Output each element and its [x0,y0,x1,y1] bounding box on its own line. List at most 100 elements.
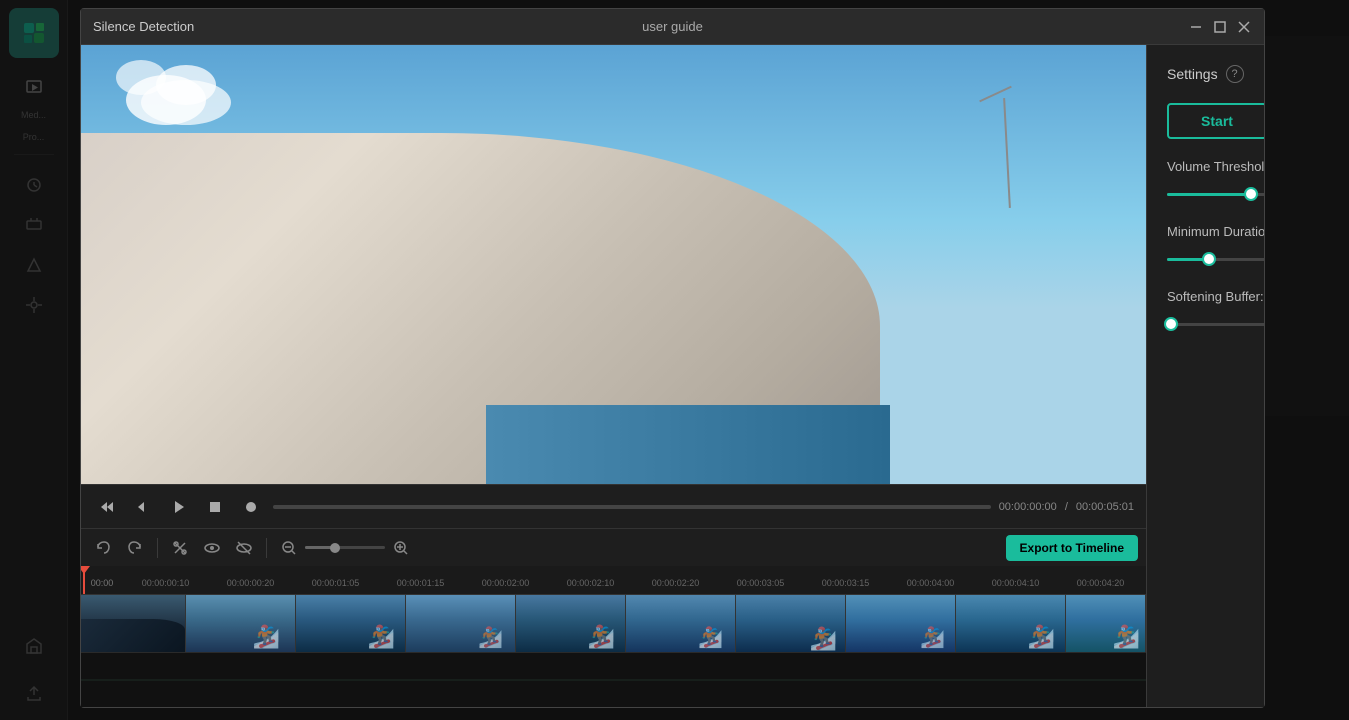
minimum-duration-label: Minimum Duration: [1167,224,1264,239]
dialog-title: Silence Detection [93,19,194,34]
stop-button[interactable] [201,493,229,521]
silence-detection-dialog: Silence Detection user guide [80,8,1265,708]
volume-threshold-label: Volume Threshold: [1167,159,1264,174]
volume-thumb [1244,187,1258,201]
toolbar-separator-2 [266,538,267,558]
settings-panel: Settings ? Start Volume Threshold: [1146,45,1264,707]
bottom-toolbar: Export to Timeline [81,528,1146,566]
play-button[interactable] [165,493,193,521]
figure-icon-5: 🏂 [698,625,723,650]
ruler-mark: 00:00:02:10 [548,578,633,588]
duration-track [1167,258,1264,261]
figure-icon-7: 🏂 [920,625,945,650]
figure-icon-8: 🏂 [1028,624,1055,650]
ruler-marks: 00:00 00:00:00:10 00:00:00:20 00:00:01:0… [81,566,1146,590]
figure-icon-2: 🏂 [368,624,395,650]
softening-thumb [1164,317,1178,331]
ruler-mark: 00:00:04:10 [973,578,1058,588]
ruler-mark: 00:00:01:05 [293,578,378,588]
help-icon-label: ? [1232,68,1238,80]
volume-track [1167,193,1264,196]
ruler-mark: 00:00:00:10 [123,578,208,588]
waveform-svg [81,653,1146,707]
playhead-button[interactable] [237,493,265,521]
ruler-mark: 00:00 [81,578,123,588]
cut-button[interactable] [166,534,194,562]
playhead [83,566,85,594]
settings-title: Settings [1167,66,1218,82]
start-button[interactable]: Start [1167,103,1264,139]
undo-button[interactable] [89,534,117,562]
ruler-mark: 00:00:04:00 [888,578,973,588]
minimum-duration-group: Minimum Duration: 0.5 s [1167,224,1264,269]
zoom-out-button[interactable] [275,534,303,562]
pole-arm [979,86,1012,103]
timeline-strip: 00:00 00:00:00:10 00:00:00:20 00:00:01:0… [81,566,1146,707]
ruler-mark: 00:00:02:00 [463,578,548,588]
ruler-mark: 00:00:03:05 [718,578,803,588]
softening-buffer-slider-row: 0.1 s [1167,314,1264,334]
redo-button[interactable] [121,534,149,562]
duration-thumb [1202,252,1216,266]
thumbnail-10: 🏂 [1066,595,1146,652]
figure-icon-4: 🏂 [588,624,615,650]
volume-threshold-group: Volume Threshold: 44 % [1167,159,1264,204]
progress-bar[interactable] [273,505,991,509]
thumbnail-7: 🏂 [736,595,846,652]
time-total: 00:00:05:01 [1076,501,1134,513]
visibility-button[interactable] [198,534,226,562]
blue-accent [486,405,891,484]
thumbnail-5: 🏂 [516,595,626,652]
ruler-mark: 00:00:00:20 [208,578,293,588]
waveform-area [81,652,1146,707]
cloud [106,60,266,130]
thumbnails-track: 🏂 🏂 🏂 🏂 🏂 [81,594,1146,652]
video-scene [81,45,1146,484]
zoom-slider[interactable] [305,546,385,549]
help-icon-button[interactable]: ? [1226,65,1244,83]
skip-back-button[interactable] [93,493,121,521]
volume-threshold-slider[interactable] [1167,184,1264,204]
maximize-button[interactable] [1212,19,1228,35]
dialog-center-title: user guide [642,19,703,34]
playhead-head [81,566,90,574]
volume-threshold-slider-row: 44 % [1167,184,1264,204]
minimize-button[interactable] [1188,19,1204,35]
toolbar-separator-1 [157,538,158,558]
settings-header: Settings ? [1167,65,1264,83]
dialog-body: 00:00:00:00 / 00:00:05:01 [81,45,1264,707]
ruler-mark: 00:00:04:20 [1058,578,1143,588]
softening-buffer-label: Softening Buffer: [1167,289,1264,304]
hide-button[interactable] [230,534,258,562]
export-to-timeline-button[interactable]: Export to Timeline [1006,535,1138,561]
figure-icon-6: 🏂 [810,626,837,652]
zoom-in-button[interactable] [387,534,415,562]
volume-fill [1167,193,1251,196]
dialog-window-controls [1188,19,1252,35]
video-frame [81,45,1146,484]
ruler-mark: 00:00:03:15 [803,578,888,588]
thumbnail-1 [81,595,186,652]
figure-icon-3: 🏂 [478,625,503,650]
figure-icon: 🏂 [253,624,280,650]
softening-track [1167,323,1264,326]
minimum-duration-slider-row: 0.5 s [1167,249,1264,269]
figure-icon-9: 🏂 [1113,624,1140,650]
timeline-ruler: 00:00 00:00:00:10 00:00:00:20 00:00:01:0… [81,566,1146,594]
zoom-controls [275,534,415,562]
zoom-thumb [330,543,340,553]
time-display: 00:00:00:00 [999,501,1057,513]
video-controls-bar: 00:00:00:00 / 00:00:05:01 [81,484,1146,528]
thumbnail-4: 🏂 [406,595,516,652]
close-button[interactable] [1236,19,1252,35]
dialog-titlebar: Silence Detection user guide [81,9,1264,45]
thumbnail-6: 🏂 [626,595,736,652]
ruler-mark: 00:00:01:15 [378,578,463,588]
time-separator: / [1065,501,1068,513]
minimum-duration-slider[interactable] [1167,249,1264,269]
ruler-mark: 00:00:02:20 [633,578,718,588]
thumbnail-2: 🏂 [186,595,296,652]
frame-back-button[interactable] [129,493,157,521]
softening-buffer-slider[interactable] [1167,314,1264,334]
thumbnail-9: 🏂 [956,595,1066,652]
